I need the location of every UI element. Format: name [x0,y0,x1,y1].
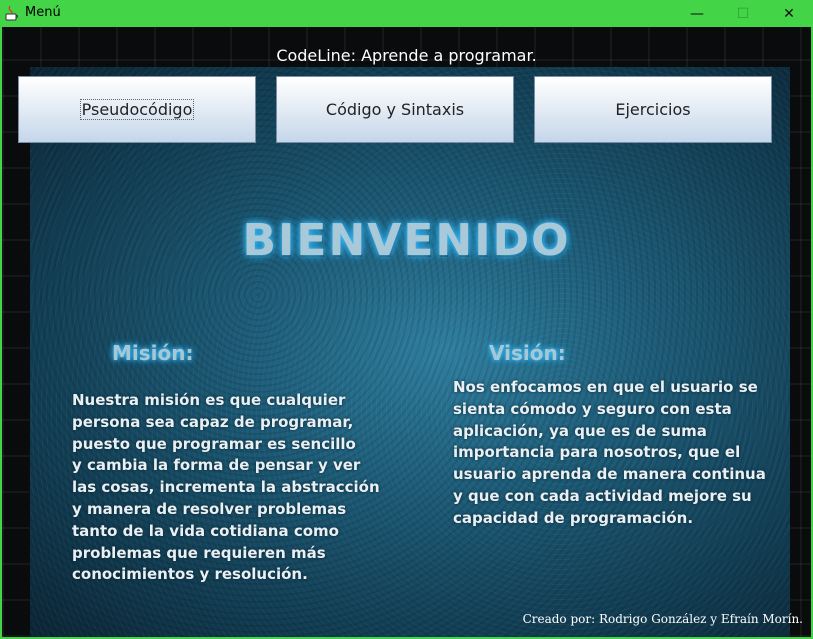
title-bar[interactable]: Menú — ☐ ✕ [0,0,813,27]
mision-heading: Misión: [112,341,194,365]
codigo-sintaxis-label: Código y Sintaxis [325,100,465,119]
close-icon: ✕ [783,5,795,22]
java-icon [5,5,19,21]
pseudocodigo-label: Pseudocódigo [79,99,195,120]
content-area: CodeLine: Aprende a programar. Pseudocód… [2,27,811,637]
app-title: CodeLine: Aprende a programar. [276,46,537,65]
app-window: Menú — ☐ ✕ CodeLine: Aprende a programar… [0,0,813,639]
vision-heading: Visión: [489,341,566,365]
welcome-heading: BIENVENIDO [242,215,571,266]
credits-text: Creado por: Rodrigo González y Efraín Mo… [522,612,803,626]
minimize-button[interactable]: — [674,0,720,27]
minimize-icon: — [690,5,704,22]
maximize-button[interactable]: ☐ [720,0,766,27]
codigo-sintaxis-button[interactable]: Código y Sintaxis [276,76,514,143]
vision-text: Nos enfocamos en que el usuario se sient… [453,378,766,527]
ejercicios-button[interactable]: Ejercicios [534,76,772,143]
window-title: Menú [25,5,61,20]
mision-text: Nuestra misión es que cualquier persona … [72,391,380,584]
ejercicios-label: Ejercicios [615,100,691,119]
close-button[interactable]: ✕ [766,0,812,27]
maximize-icon: ☐ [736,5,750,22]
pseudocodigo-button[interactable]: Pseudocódigo [18,76,256,143]
